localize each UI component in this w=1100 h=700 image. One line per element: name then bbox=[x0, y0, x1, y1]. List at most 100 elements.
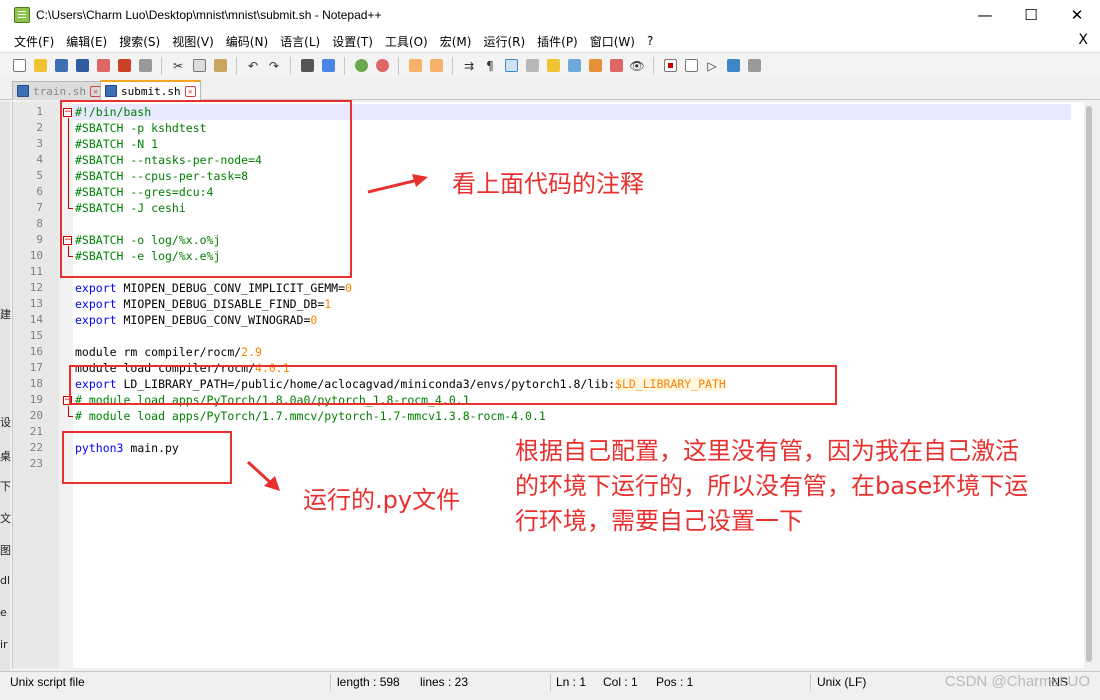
toolbar-separator bbox=[344, 56, 345, 75]
menu-search[interactable]: 搜索(S) bbox=[113, 33, 166, 50]
save-macro-icon[interactable] bbox=[745, 57, 763, 75]
menu-language[interactable]: 语言(L) bbox=[274, 33, 326, 50]
line-number: 18 bbox=[29, 377, 43, 390]
indent-guide-icon[interactable] bbox=[502, 57, 520, 75]
file-icon bbox=[17, 85, 29, 97]
desktop-text: 图 bbox=[0, 544, 11, 557]
folder-workspace-icon[interactable] bbox=[607, 57, 625, 75]
code-token: export bbox=[75, 297, 117, 311]
tab-label: train.sh bbox=[33, 84, 86, 98]
annotation-box-sbatch bbox=[60, 100, 352, 278]
status-column: Col : 1 bbox=[603, 675, 638, 689]
doc-map-icon[interactable] bbox=[544, 57, 562, 75]
save-all-icon[interactable] bbox=[73, 57, 91, 75]
tab-submit-sh[interactable]: submit.sh ✕ bbox=[100, 80, 201, 100]
line-number: 6 bbox=[36, 185, 43, 198]
toolbar-separator bbox=[452, 56, 453, 75]
tab-close-icon[interactable]: ✕ bbox=[184, 85, 196, 97]
code-line[interactable]: module rm compiler/rocm/2.9 bbox=[75, 344, 726, 360]
toolbar-separator bbox=[653, 56, 654, 75]
menu-plugins[interactable]: 插件(P) bbox=[531, 33, 584, 50]
menu-edit[interactable]: 编辑(E) bbox=[60, 33, 113, 50]
play-multiple-macro-icon[interactable] bbox=[724, 57, 742, 75]
zoom-out-icon[interactable] bbox=[373, 57, 391, 75]
line-number: 20 bbox=[29, 409, 43, 422]
replace-icon[interactable] bbox=[319, 57, 337, 75]
window-controls: — ☐ ✕ bbox=[962, 0, 1100, 30]
stop-macro-icon[interactable] bbox=[682, 57, 700, 75]
menu-settings[interactable]: 设置(T) bbox=[326, 33, 379, 50]
line-number: 8 bbox=[36, 217, 43, 230]
close-file-icon[interactable] bbox=[94, 57, 112, 75]
udl-icon[interactable] bbox=[523, 57, 541, 75]
minimize-button[interactable]: — bbox=[962, 0, 1008, 30]
show-all-chars-icon[interactable]: ¶ bbox=[481, 57, 499, 75]
line-number: 22 bbox=[29, 441, 43, 454]
menu-macro[interactable]: 宏(M) bbox=[434, 33, 478, 50]
code-token: MIOPEN_DEBUG_DISABLE_FIND_DB= bbox=[116, 297, 325, 311]
word-wrap-icon[interactable]: ⇉ bbox=[460, 57, 478, 75]
code-line[interactable]: export MIOPEN_DEBUG_CONV_IMPLICIT_GEMM=0 bbox=[75, 280, 726, 296]
line-number: 14 bbox=[29, 313, 43, 326]
close-document-button[interactable]: X bbox=[1078, 32, 1088, 48]
close-all-icon[interactable] bbox=[115, 57, 133, 75]
menu-encoding[interactable]: 编码(N) bbox=[220, 33, 274, 50]
maximize-button[interactable]: ☐ bbox=[1008, 0, 1054, 30]
redo-icon[interactable]: ↷ bbox=[265, 57, 283, 75]
code-line[interactable]: export MIOPEN_DEBUG_CONV_WINOGRAD=0 bbox=[75, 312, 726, 328]
line-number: 17 bbox=[29, 361, 43, 374]
cut-icon[interactable]: ✂ bbox=[169, 57, 187, 75]
code-token: 2.9 bbox=[241, 345, 262, 359]
find-icon[interactable] bbox=[298, 57, 316, 75]
code-token: export bbox=[75, 313, 117, 327]
new-file-icon[interactable] bbox=[10, 57, 28, 75]
undo-icon[interactable]: ↶ bbox=[244, 57, 262, 75]
annotation-box-env bbox=[69, 365, 837, 405]
sync-horizontal-icon[interactable] bbox=[427, 57, 445, 75]
fold-line bbox=[68, 406, 69, 416]
toolbar: ✂ ↶ ↷ ⇉ ¶ 👁 ▷ bbox=[0, 52, 1100, 78]
save-icon[interactable] bbox=[52, 57, 70, 75]
play-macro-icon[interactable]: ▷ bbox=[703, 57, 721, 75]
code-token: export bbox=[75, 281, 117, 295]
zoom-in-icon[interactable] bbox=[352, 57, 370, 75]
menu-view[interactable]: 视图(V) bbox=[166, 33, 220, 50]
annotation-note-comments: 看上面代码的注释 bbox=[452, 170, 644, 198]
desktop-text: 建 bbox=[0, 308, 11, 321]
vertical-scrollbar[interactable] bbox=[1084, 102, 1094, 668]
menu-file[interactable]: 文件(F) bbox=[8, 33, 60, 50]
annotation-arrow bbox=[246, 460, 280, 491]
sync-vertical-icon[interactable] bbox=[406, 57, 424, 75]
code-line[interactable]: # module load apps/PyTorch/1.7.mmcv/pyto… bbox=[75, 408, 726, 424]
title-bar[interactable]: C:\Users\Charm Luo\Desktop\mnist\mnist\s… bbox=[0, 0, 1100, 30]
copy-icon[interactable] bbox=[190, 57, 208, 75]
code-line[interactable] bbox=[75, 328, 726, 344]
menu-run[interactable]: 运行(R) bbox=[477, 33, 531, 50]
close-button[interactable]: ✕ bbox=[1054, 0, 1100, 30]
line-number: 13 bbox=[29, 297, 43, 310]
notepad-window: C:\Users\Charm Luo\Desktop\mnist\mnist\s… bbox=[0, 0, 1100, 700]
menu-window[interactable]: 窗口(W) bbox=[584, 33, 641, 50]
status-line: Ln : 1 bbox=[556, 675, 587, 689]
function-list-icon[interactable] bbox=[586, 57, 604, 75]
line-number: 11 bbox=[29, 265, 43, 278]
status-position: Pos : 1 bbox=[656, 675, 694, 689]
monitoring-icon[interactable]: 👁 bbox=[628, 57, 646, 75]
notepad-app-icon[interactable] bbox=[14, 7, 30, 23]
doc-list-icon[interactable] bbox=[565, 57, 583, 75]
menu-help[interactable]: ? bbox=[641, 34, 659, 48]
paste-icon[interactable] bbox=[211, 57, 229, 75]
menu-tools[interactable]: 工具(O) bbox=[379, 33, 434, 50]
scrollbar-thumb[interactable] bbox=[1086, 106, 1092, 662]
toolbar-separator bbox=[161, 56, 162, 75]
open-file-icon[interactable] bbox=[31, 57, 49, 75]
line-number: 19 bbox=[29, 393, 43, 406]
code-line[interactable]: export MIOPEN_DEBUG_DISABLE_FIND_DB=1 bbox=[75, 296, 726, 312]
csdn-watermark: CSDN @CharmsLUO bbox=[944, 673, 1090, 690]
tab-train-sh[interactable]: train.sh ✕ bbox=[12, 81, 106, 100]
print-icon[interactable] bbox=[136, 57, 154, 75]
code-token: MIOPEN_DEBUG_CONV_WINOGRAD= bbox=[116, 313, 311, 327]
line-number: 10 bbox=[29, 249, 43, 262]
status-length: length : 598 bbox=[337, 675, 400, 689]
record-macro-icon[interactable] bbox=[661, 57, 679, 75]
